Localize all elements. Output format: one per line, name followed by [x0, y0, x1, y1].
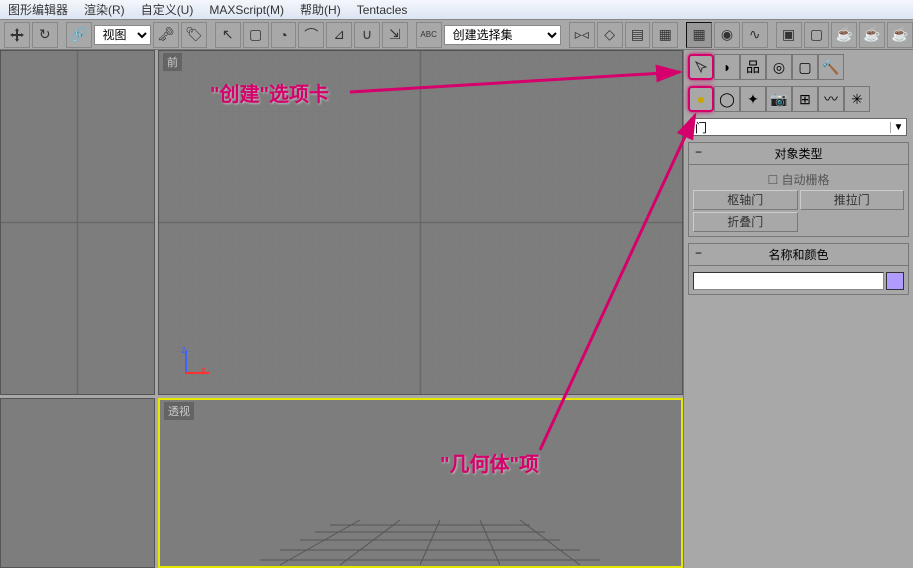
chevron-down-icon: ▼ [890, 122, 906, 133]
menu-bar: 图形编辑器 渲染(R) 自定义(U) MAXScript(M) 帮助(H) Te… [0, 0, 913, 20]
create-subtabs: ● ◯ ✦ 📷 ⊞ 〰 ✳ [684, 80, 913, 112]
arc-icon[interactable]: ⌒ [298, 22, 324, 48]
auto-grid-checkbox[interactable]: ☐ 自动栅格 [693, 169, 904, 190]
perspective-grid [160, 400, 681, 566]
layer-icon[interactable]: ▤ [625, 22, 651, 48]
pie-icon[interactable]: ◔ [271, 22, 297, 48]
name-color-rollout: 名称和颜色 [688, 243, 909, 295]
viewport-front[interactable]: 前 zx [158, 50, 683, 395]
abc-icon[interactable]: ABC [416, 22, 442, 48]
teapot1-icon[interactable]: ☕ [831, 22, 857, 48]
align-icon[interactable]: ◇ [597, 22, 623, 48]
curve-icon[interactable]: ∿ [742, 22, 768, 48]
helpers-subtab[interactable]: ⊞ [792, 86, 818, 112]
rotate-icon[interactable]: ↻ [32, 22, 58, 48]
cameras-subtab[interactable]: 📷 [766, 86, 792, 112]
angle-icon[interactable]: ⊿ [326, 22, 352, 48]
table-icon[interactable]: ▦ [686, 22, 712, 48]
create-tab[interactable] [688, 54, 714, 80]
geometry-subtab[interactable]: ● [688, 86, 714, 112]
main-toolbar: ↻ 🔗 视图 🗝 🏷 ↖ ▢ ◔ ⌒ ⊿ ∪ ⇲ ABC 创建选择集 ▹◃ ◇ … [0, 20, 913, 50]
viewport-bottom-left[interactable] [0, 398, 155, 568]
menu-help[interactable]: 帮助(H) [292, 1, 349, 18]
utilities-tab[interactable]: 🔨 [818, 54, 844, 80]
pivot-door-button[interactable]: 枢轴门 [693, 190, 798, 210]
spacewarps-subtab[interactable]: 〰 [818, 86, 844, 112]
scale-icon[interactable]: ⇲ [382, 22, 408, 48]
category-dropdown-value: 门 [695, 119, 707, 136]
folding-door-button[interactable]: 折叠门 [693, 212, 798, 232]
tag-icon[interactable]: 🏷 [181, 22, 207, 48]
shapes-subtab[interactable]: ◯ [714, 86, 740, 112]
command-panel: ◗ 品 ◎ ▢ 🔨 ● ◯ ✦ 📷 ⊞ 〰 ✳ 门 ▼ 对象类型 ☐ 自动栅格 … [683, 50, 913, 568]
mirror-icon[interactable]: ▹◃ [569, 22, 595, 48]
menu-maxscript[interactable]: MAXScript(M) [201, 3, 292, 17]
menu-customize[interactable]: 自定义(U) [133, 1, 202, 18]
category-dropdown[interactable]: 门 ▼ [690, 118, 907, 136]
box-icon[interactable]: ▢ [243, 22, 269, 48]
menu-render[interactable]: 渲染(R) [76, 1, 133, 18]
grid-icon [159, 51, 682, 394]
object-color-swatch[interactable] [886, 272, 904, 290]
viewport-area: 前 zx 透视 [0, 50, 683, 568]
selection-set-combo[interactable]: 创建选择集 [444, 25, 561, 45]
key-icon[interactable]: 🗝 [153, 22, 179, 48]
link-icon[interactable]: 🔗 [66, 22, 92, 48]
teapot3-icon[interactable]: ☕ [887, 22, 913, 48]
move-icon[interactable] [4, 22, 30, 48]
systems-subtab[interactable]: ✳ [844, 86, 870, 112]
teapot2-icon[interactable]: ☕ [859, 22, 885, 48]
dist-icon[interactable]: ▦ [652, 22, 678, 48]
magnet-icon[interactable]: ∪ [354, 22, 380, 48]
motion-tab[interactable]: ◎ [766, 54, 792, 80]
render-setup-icon[interactable]: ▣ [776, 22, 802, 48]
rollout-header-name[interactable]: 名称和颜色 [688, 243, 909, 266]
material-icon[interactable]: ◉ [714, 22, 740, 48]
render-frame-icon[interactable]: ▢ [804, 22, 830, 48]
menu-graphics-editor[interactable]: 图形编辑器 [0, 1, 76, 18]
cursor-icon[interactable]: ↖ [215, 22, 241, 48]
hierarchy-tab[interactable]: 品 [740, 54, 766, 80]
viewport-perspective[interactable]: 透视 [158, 398, 683, 568]
menu-tentacles[interactable]: Tentacles [349, 3, 416, 17]
display-tab[interactable]: ▢ [792, 54, 818, 80]
modify-tab[interactable]: ◗ [714, 54, 740, 80]
grid-icon [1, 51, 154, 394]
object-type-rollout: 对象类型 ☐ 自动栅格 枢轴门 推拉门 折叠门 [688, 142, 909, 237]
lights-subtab[interactable]: ✦ [740, 86, 766, 112]
view-combo[interactable]: 视图 [94, 25, 152, 45]
rollout-header-type[interactable]: 对象类型 [688, 142, 909, 165]
command-panel-tabs: ◗ 品 ◎ ▢ 🔨 [684, 50, 913, 80]
viewport-top-left[interactable] [0, 50, 155, 395]
object-name-input[interactable] [693, 272, 884, 290]
sliding-door-button[interactable]: 推拉门 [800, 190, 905, 210]
